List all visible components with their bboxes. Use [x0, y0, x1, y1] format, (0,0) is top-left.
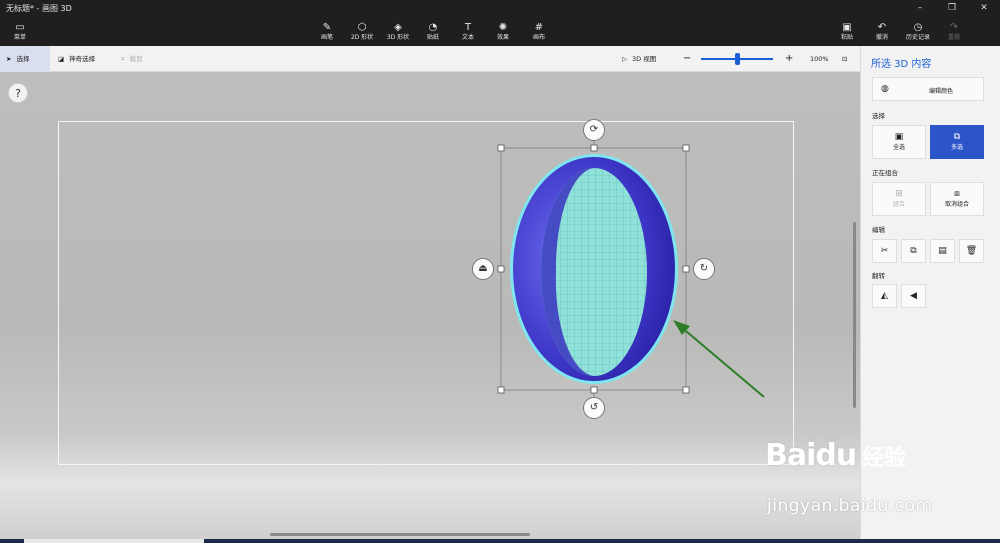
select-all-icon: ▣ — [894, 132, 904, 142]
edit-section-label: 编辑 — [872, 226, 885, 234]
paint-3d-window: 无标题* - 画图 3D – ❐ ✕ ▭ 菜单 ✎ 画笔 ⬡ 2D 形状 ◈ 3… — [0, 0, 1000, 543]
trash-icon: 🗑 — [965, 246, 978, 256]
horizontal-scrollbar[interactable] — [270, 533, 530, 536]
watermark-jingyan: 经验 — [861, 446, 906, 471]
group-button[interactable]: ⊞ 组合 — [872, 182, 926, 216]
ungroup-icon: ⧈ — [954, 189, 960, 199]
edit-color-button[interactable]: ◍ 编辑颜色 — [872, 77, 984, 101]
vertical-scrollbar[interactable] — [853, 222, 856, 408]
copy-icon: ⧉ — [910, 246, 917, 256]
rotate-x-handle[interactable]: ↺ — [583, 397, 605, 419]
rotate-down-icon: ↺ — [589, 402, 599, 413]
color-reset-icon: ◍ — [881, 84, 889, 94]
watermark-url: jingyan.baidu.com — [767, 496, 933, 516]
group-icon: ⊞ — [895, 189, 903, 199]
flip-horizontal-button[interactable]: ◭ — [872, 284, 897, 308]
flip-section-label: 翻转 — [872, 272, 885, 280]
paste-panel-button[interactable]: ▤ — [930, 239, 955, 263]
rotate-side-icon: ↻ — [699, 263, 709, 274]
multi-select-icon: ⧉ — [953, 132, 961, 142]
delete-button[interactable]: 🗑 — [959, 239, 984, 263]
rotate-y-handle[interactable]: ↻ — [693, 258, 715, 280]
taskbar — [0, 539, 1000, 543]
clipboard-icon: ▤ — [938, 246, 947, 256]
select-all-button[interactable]: ▣ 全选 — [872, 125, 926, 159]
depth-icon: ⏏ — [478, 263, 488, 274]
annotation-arrow — [673, 320, 765, 398]
watermark-brand: Baidu — [765, 438, 857, 473]
rotate-icon: ⟳ — [589, 124, 599, 135]
depth-handle[interactable]: ⏏ — [472, 258, 494, 280]
flip-vertical-icon: ◀ — [910, 291, 917, 301]
flip-vertical-button[interactable]: ◀ — [901, 284, 926, 308]
ungroup-button[interactable]: ⧈ 取消组合 — [930, 182, 984, 216]
baidu-jingyan-watermark: Baidu 经验 jingyan.baidu.com — [765, 438, 932, 516]
panel-title: 所选 3D 内容 — [871, 59, 932, 70]
select-section-label: 选择 — [872, 112, 885, 120]
scissors-icon: ✂ — [880, 246, 889, 256]
rotate-z-handle[interactable]: ⟳ — [583, 119, 605, 141]
group-section-label: 正在组合 — [872, 169, 898, 177]
copy-button[interactable]: ⧉ — [901, 239, 926, 263]
flip-horizontal-icon: ◭ — [881, 291, 888, 301]
multi-select-button[interactable]: ⧉ 多选 — [930, 125, 984, 159]
cut-button[interactable]: ✂ — [872, 239, 897, 263]
taskbar-item[interactable] — [24, 539, 204, 543]
